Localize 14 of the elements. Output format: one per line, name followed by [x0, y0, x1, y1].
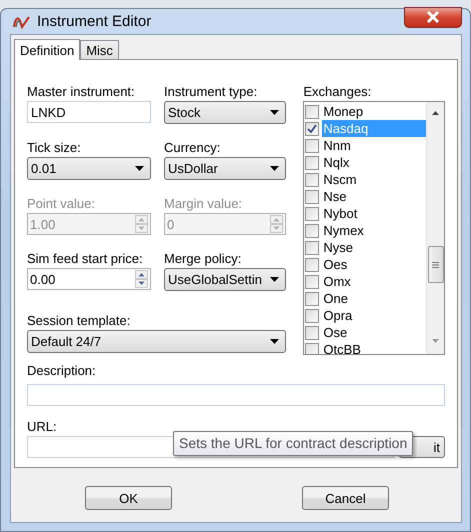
field-label: URL:	[27, 418, 58, 436]
field-label: Session template:	[27, 312, 132, 330]
field-label: Tick size:	[27, 139, 82, 157]
field-label: Sim feed start price:	[27, 250, 144, 268]
field-label: Master instrument:	[27, 83, 136, 101]
field-label: Point value:	[27, 195, 96, 213]
field-label: Instrument type:	[164, 83, 258, 101]
field-label: Merge policy:	[164, 250, 242, 268]
field-label: Margin value:	[164, 195, 244, 213]
window-title: Instrument Editor	[37, 13, 152, 30]
tooltip: Sets the URL for contract description	[173, 431, 414, 456]
field-label: Currency:	[164, 139, 222, 157]
field-label: Description:	[27, 362, 97, 380]
field-label: Exchanges:	[303, 83, 372, 101]
